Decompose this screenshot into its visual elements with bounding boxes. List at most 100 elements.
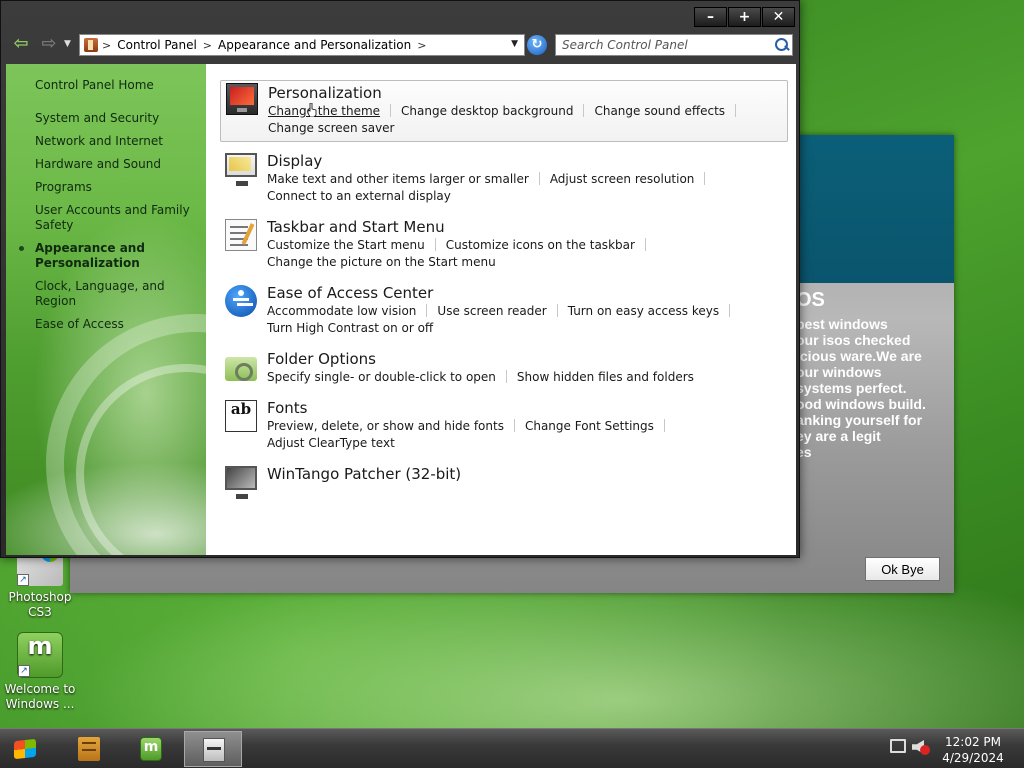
category-title[interactable]: Ease of Access Center [267, 283, 788, 303]
close-button[interactable]: ✕ [762, 7, 795, 27]
link-use-screen-reader[interactable]: Use screen reader [437, 304, 546, 318]
sidebar-item-network-internet[interactable]: Network and Internet [35, 134, 205, 149]
sidebar-item-ease-of-access[interactable]: Ease of Access [35, 317, 205, 332]
search-icon[interactable] [774, 37, 790, 53]
link-high-contrast[interactable]: Turn High Contrast on or off [267, 321, 433, 335]
desktop-icon-label: Welcome to Windows ... [4, 682, 76, 711]
link-accommodate-low-vision[interactable]: Accommodate low vision [267, 304, 416, 318]
link-change-sound-effects[interactable]: Change sound effects [594, 104, 725, 118]
maximize-button[interactable]: + [728, 7, 761, 27]
recent-pages-dropdown-icon[interactable]: ▼ [64, 39, 71, 49]
category-links: Preview, delete, or show and hide fonts C… [267, 418, 788, 452]
sidebar-item-programs[interactable]: Programs [35, 180, 205, 195]
clock[interactable]: 12:02 PM 4/29/2024 [930, 734, 1016, 766]
mute-indicator-icon [920, 745, 930, 755]
breadcrumb-control-panel[interactable]: Control Panel [117, 38, 197, 52]
link-divider [644, 238, 646, 251]
sidebar-list: System and Security Network and Internet… [19, 111, 205, 340]
breadcrumb-separator[interactable]: > [417, 39, 426, 52]
category-title[interactable]: Personalization [268, 83, 787, 103]
content-area: Control Panel Home System and Security N… [6, 64, 796, 555]
link-change-theme[interactable]: Change the theme [268, 104, 380, 118]
link-divider [556, 304, 558, 317]
back-arrow-icon[interactable]: ⇦ [9, 35, 33, 55]
taskbar-item-archive[interactable] [60, 731, 118, 767]
start-button[interactable] [10, 734, 40, 764]
hand-cursor-icon [307, 103, 317, 117]
display-icon[interactable] [225, 153, 257, 186]
personalization-icon[interactable] [226, 83, 258, 115]
fonts-icon[interactable]: ab [225, 400, 257, 432]
dialog-heading: OS [796, 289, 825, 311]
address-dropdown-icon[interactable]: ▼ [511, 39, 518, 49]
forward-arrow-icon[interactable]: ⇨ [37, 35, 61, 55]
dialog-message: best windows our isos checked icious war… [796, 316, 926, 460]
breadcrumb-separator[interactable]: > [203, 39, 212, 52]
link-show-hidden-files[interactable]: Show hidden files and folders [517, 370, 694, 384]
category-title[interactable]: Display [267, 151, 788, 171]
link-divider [735, 104, 737, 117]
link-divider [390, 104, 392, 117]
link-make-text-larger[interactable]: Make text and other items larger or smal… [267, 172, 529, 186]
link-connect-external-display[interactable]: Connect to an external display [267, 189, 451, 203]
taskbar-item-welcome[interactable] [122, 731, 180, 767]
link-adjust-screen-resolution[interactable]: Adjust screen resolution [550, 172, 695, 186]
category-taskbar: Taskbar and Start Menu Customize the Sta… [220, 217, 788, 271]
address-bar[interactable]: > Control Panel > Appearance and Persona… [79, 34, 525, 56]
link-adjust-cleartype[interactable]: Adjust ClearType text [267, 436, 395, 450]
category-links: Customize the Start menu Customize icons … [267, 237, 788, 271]
link-change-screen-saver[interactable]: Change screen saver [268, 121, 395, 135]
windows-logo-icon [14, 738, 36, 760]
link-preview-fonts[interactable]: Preview, delete, or show and hide fonts [267, 419, 504, 433]
link-easy-access-keys[interactable]: Turn on easy access keys [568, 304, 719, 318]
shortcut-arrow-icon: ↗ [17, 574, 29, 586]
category-title[interactable]: WinTango Patcher (32-bit) [267, 464, 788, 484]
link-change-start-menu-picture[interactable]: Change the picture on the Start menu [267, 255, 496, 269]
navigation-toolbar: ⇦ ⇨ ▼ > Control Panel > Appearance and P… [7, 33, 797, 57]
refresh-icon[interactable]: ↻ [527, 35, 547, 55]
taskbar-icon[interactable] [225, 219, 257, 251]
sidebar-home-link[interactable]: Control Panel Home [35, 78, 154, 92]
ease-of-access-icon[interactable] [225, 285, 257, 317]
breadcrumb-appearance[interactable]: Appearance and Personalization [218, 38, 411, 52]
sidebar-item-user-accounts[interactable]: User Accounts and Family Safety [35, 203, 205, 233]
folder-options-icon[interactable] [225, 357, 257, 381]
shortcut-arrow-icon: ↗ [18, 665, 30, 677]
category-personalization: Personalization Change the theme Change d… [220, 80, 788, 142]
category-title[interactable]: Folder Options [267, 349, 788, 369]
sidebar-item-clock-language[interactable]: Clock, Language, and Region [35, 279, 205, 309]
file-cabinet-icon [78, 737, 100, 761]
taskbar: 12:02 PM 4/29/2024 [0, 728, 1024, 768]
sidebar-item-hardware-sound[interactable]: Hardware and Sound [35, 157, 205, 172]
sidebar-item-system-security[interactable]: System and Security [35, 111, 205, 126]
category-title[interactable]: Fonts [267, 398, 788, 418]
category-links: Accommodate low vision Use screen reader T… [267, 303, 788, 337]
link-divider [538, 172, 540, 185]
link-divider [513, 419, 515, 432]
control-panel-icon [203, 738, 225, 762]
ok-bye-button[interactable]: Ok Bye [865, 557, 940, 581]
category-folder-options: Folder Options Specify single- or double… [220, 349, 788, 386]
link-change-desktop-background[interactable]: Change desktop background [401, 104, 573, 118]
sidebar: Control Panel Home System and Security N… [6, 64, 206, 555]
link-single-double-click[interactable]: Specify single- or double-click to open [267, 370, 496, 384]
minimize-button[interactable]: – [694, 7, 727, 27]
taskbar-item-control-panel[interactable] [184, 731, 242, 767]
link-customize-start-menu[interactable]: Customize the Start menu [267, 238, 425, 252]
link-divider [663, 419, 665, 432]
category-display: Display Make text and other items larger… [220, 151, 788, 205]
sidebar-item-appearance[interactable]: Appearance and Personalization [19, 241, 205, 271]
category-links: Change the theme Change desktop backgroun… [268, 103, 787, 137]
link-customize-taskbar-icons[interactable]: Customize icons on the taskbar [446, 238, 635, 252]
category-title[interactable]: Taskbar and Start Menu [267, 217, 788, 237]
search-input[interactable]: Search Control Panel [555, 34, 793, 56]
link-change-font-settings[interactable]: Change Font Settings [525, 419, 654, 433]
desktop-icon-welcome[interactable]: ↗ Welcome to Windows ... [2, 632, 78, 712]
wintango-icon[interactable] [225, 466, 257, 499]
link-divider [729, 304, 731, 317]
control-panel-window: – + ✕ ⇦ ⇨ ▼ > Control Panel > Appearance… [0, 0, 800, 558]
breadcrumb-separator[interactable]: > [102, 39, 111, 52]
search-placeholder: Search Control Panel [562, 38, 688, 52]
network-icon[interactable] [890, 739, 906, 753]
category-list: Personalization Change the theme Change d… [220, 80, 788, 499]
